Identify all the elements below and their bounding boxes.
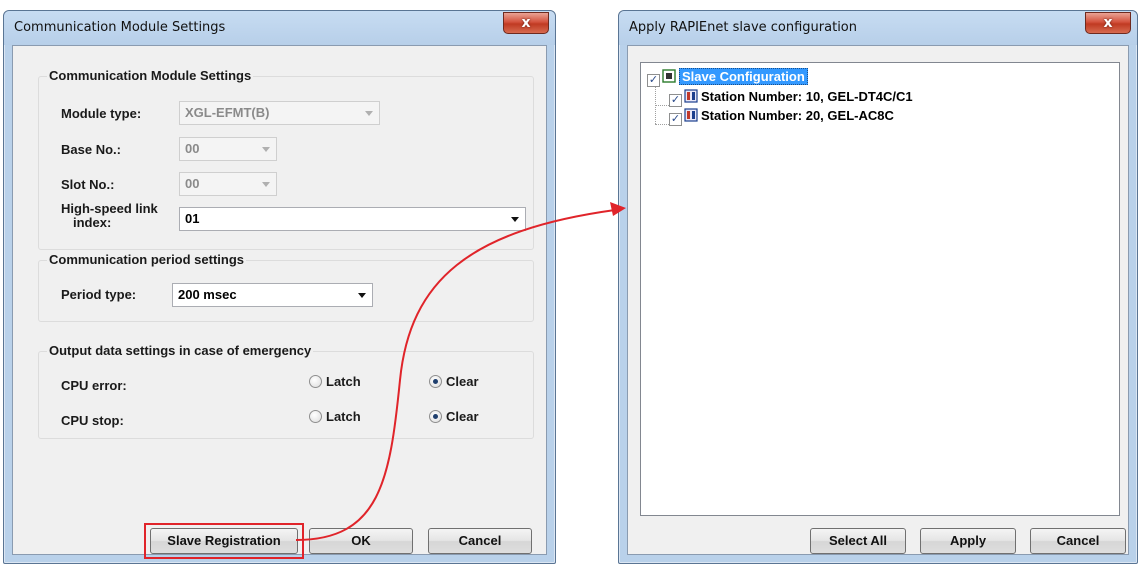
cpu-stop-label: CPU stop:: [61, 413, 124, 428]
checkbox-checked-icon[interactable]: ✓: [669, 113, 682, 126]
module-settings-group: Communication Module Settings Module typ…: [38, 68, 534, 250]
base-no-select[interactable]: 00: [179, 137, 277, 161]
chevron-down-icon: [365, 111, 373, 116]
cancel-button[interactable]: Cancel: [1030, 528, 1126, 554]
chevron-down-icon: [511, 217, 519, 222]
chevron-down-icon: [262, 147, 270, 152]
radio-on-icon: [429, 375, 442, 388]
dialog-client-area: Communication Module Settings Module typ…: [12, 45, 547, 559]
group-title: Output data settings in case of emergenc…: [47, 343, 314, 358]
apply-button[interactable]: Apply: [920, 528, 1016, 554]
cancel-button[interactable]: Cancel: [428, 528, 532, 554]
tree-child-item[interactable]: ✓ Station Number: 20, GEL-AC8C: [669, 108, 894, 126]
ok-button[interactable]: OK: [309, 528, 413, 554]
close-button[interactable]: x: [1085, 12, 1131, 34]
cpu-error-clear-radio[interactable]: Clear: [429, 374, 479, 389]
period-type-value: 200 msec: [178, 287, 237, 302]
module-type-label: Module type:: [61, 106, 142, 121]
radio-off-icon: [309, 410, 322, 423]
period-type-select[interactable]: 200 msec: [172, 283, 373, 307]
period-settings-group: Communication period settings Period typ…: [38, 252, 534, 322]
apply-rapienet-dialog: Apply RAPIEnet slave configuration x ✓ S…: [618, 10, 1138, 564]
cpu-stop-clear-radio[interactable]: Clear: [429, 409, 479, 424]
dialog-title: Apply RAPIEnet slave configuration: [629, 20, 857, 35]
module-type-value: XGL-EFMT(B): [185, 105, 270, 120]
radio-on-icon: [429, 410, 442, 423]
checkbox-checked-icon[interactable]: ✓: [647, 74, 660, 87]
base-no-value: 00: [185, 141, 200, 156]
device-module-icon: [684, 89, 698, 103]
clear-label: Clear: [446, 374, 479, 389]
cpu-error-latch-radio[interactable]: Latch: [309, 374, 361, 389]
checkbox-checked-icon[interactable]: ✓: [669, 94, 682, 107]
slave-config-tree[interactable]: ✓ Slave Configuration ✓ Station Number: …: [640, 62, 1120, 516]
dialog-client-area: ✓ Slave Configuration ✓ Station Number: …: [627, 45, 1129, 555]
slave-registration-button[interactable]: Slave Registration: [150, 528, 298, 554]
group-title: Communication Module Settings: [47, 68, 254, 83]
tree-root-item[interactable]: ✓ Slave Configuration: [647, 68, 808, 87]
tree-child-item[interactable]: ✓ Station Number: 10, GEL-DT4C/C1: [669, 89, 913, 107]
slot-no-value: 00: [185, 176, 200, 191]
high-speed-link-label: High-speed link index:: [61, 202, 158, 230]
cpu-error-label: CPU error:: [61, 378, 127, 393]
tree-child-label: Station Number: 20, GEL-AC8C: [701, 108, 894, 123]
tree-connector-vertical: [655, 84, 656, 124]
device-module-icon: [684, 108, 698, 122]
high-speed-link-label-line1: High-speed link: [61, 201, 158, 216]
high-speed-link-value: 01: [185, 211, 200, 226]
emergency-output-group: Output data settings in case of emergenc…: [38, 343, 534, 439]
slot-no-select[interactable]: 00: [179, 172, 277, 196]
select-all-button[interactable]: Select All: [810, 528, 906, 554]
close-button[interactable]: x: [503, 12, 549, 34]
tree-connector: [655, 124, 669, 125]
tree-connector: [655, 105, 669, 106]
latch-label: Latch: [326, 374, 361, 389]
network-node-icon: [662, 69, 676, 83]
chevron-down-icon: [262, 182, 270, 187]
base-no-label: Base No.:: [61, 142, 121, 157]
clear-label: Clear: [446, 409, 479, 424]
dialog-title: Communication Module Settings: [14, 20, 226, 35]
period-type-label: Period type:: [61, 287, 137, 302]
communication-module-settings-dialog: Communication Module Settings x Communic…: [3, 10, 556, 564]
radio-off-icon: [309, 375, 322, 388]
tree-root-label: Slave Configuration: [679, 68, 808, 85]
tree-child-label: Station Number: 10, GEL-DT4C/C1: [701, 89, 913, 104]
chevron-down-icon: [358, 293, 366, 298]
module-type-select[interactable]: XGL-EFMT(B): [179, 101, 380, 125]
cpu-stop-latch-radio[interactable]: Latch: [309, 409, 361, 424]
title-bar[interactable]: Communication Module Settings x: [4, 11, 555, 45]
title-bar[interactable]: Apply RAPIEnet slave configuration x: [619, 11, 1137, 45]
slot-no-label: Slot No.:: [61, 177, 115, 192]
latch-label: Latch: [326, 409, 361, 424]
high-speed-link-label-line2: index:: [73, 215, 112, 230]
group-title: Communication period settings: [47, 252, 247, 267]
high-speed-link-select[interactable]: 01: [179, 207, 526, 231]
